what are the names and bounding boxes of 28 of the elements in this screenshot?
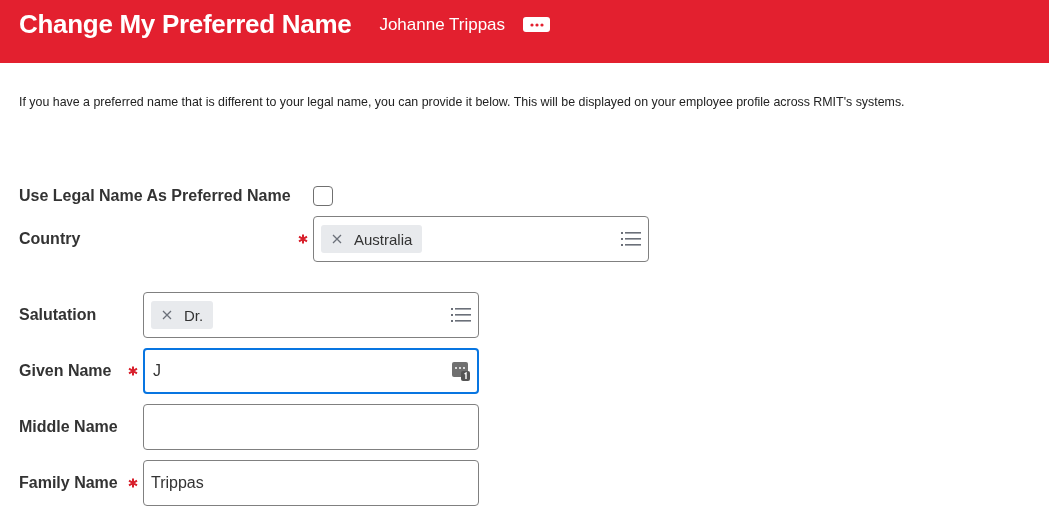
input-field[interactable] [143,404,479,450]
user-name: Johanne Trippas [379,14,506,35]
contact-card-icon [452,361,470,381]
field-label: Country [19,230,82,248]
required-icon [128,478,138,488]
more-button[interactable] [523,17,551,32]
field-label: Middle Name [19,418,119,436]
checkbox[interactable] [313,186,333,206]
intro-text: If you have a preferred name that is different to your legal name, you can provide it below. This will be displayed on your employee profile across RMIT's systems. [19,95,906,109]
select-field[interactable]: Dr. [143,292,479,338]
field-value: Trippas [151,474,204,492]
input-field[interactable]: Trippas [143,460,479,506]
country-select[interactable]: Australia [313,216,649,262]
field-label: Family Name [19,474,119,492]
selected-chip: Australia [321,225,423,253]
list-icon[interactable] [621,231,641,247]
field-label: Use Legal Name As Preferred Name [19,187,292,205]
field-value: J [153,362,161,380]
remove-icon[interactable] [332,234,342,244]
page-title: Change My Preferred Name [19,9,352,40]
field-label: Given Name [19,362,113,380]
required-icon [128,366,138,376]
ellipsis-icon [528,22,545,27]
input-field[interactable]: J [143,348,479,394]
remove-icon[interactable] [162,310,172,320]
selected-chip: Dr. [151,301,214,329]
list-icon[interactable] [451,307,471,323]
field-label: Salutation [19,306,98,324]
